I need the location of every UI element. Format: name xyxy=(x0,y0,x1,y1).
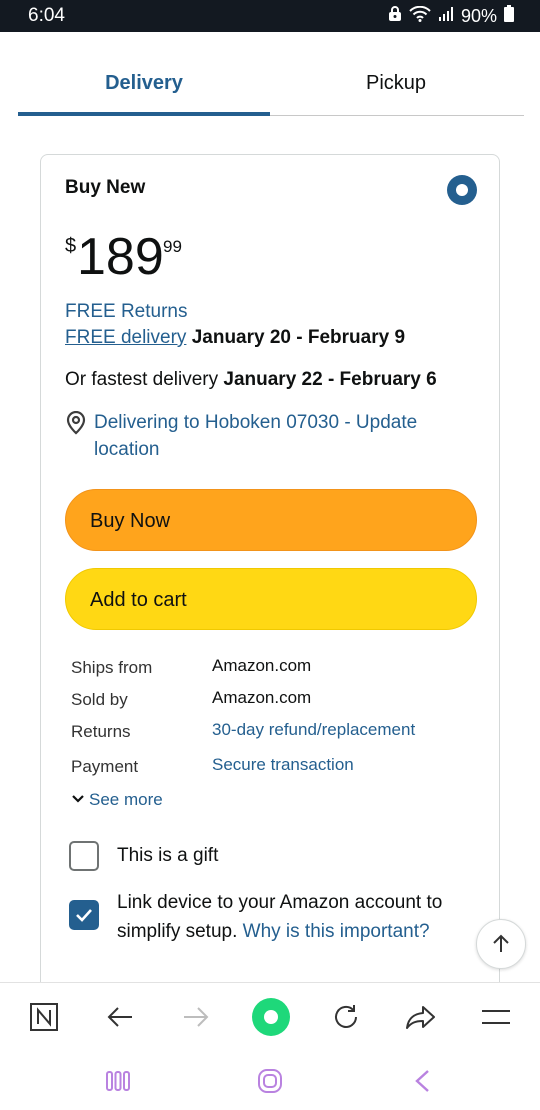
link-device-checkbox[interactable] xyxy=(69,900,99,930)
browser-toolbar xyxy=(0,982,540,1051)
fastest-dates: January 22 - February 6 xyxy=(223,369,437,390)
status-time: 6:04 xyxy=(28,5,65,26)
reload-icon[interactable] xyxy=(326,997,366,1037)
price-symbol: $ xyxy=(65,235,77,257)
forward-arrow-icon[interactable] xyxy=(176,997,216,1037)
add-to-cart-button[interactable]: Add to cart xyxy=(65,568,477,630)
why-important-link[interactable]: Why is this important? xyxy=(243,921,430,942)
sold-by-value: Amazon.com xyxy=(212,688,312,707)
signal-icon xyxy=(438,6,454,27)
delivery-pickup-tabs: Delivery Pickup xyxy=(18,50,524,116)
chevron-down-icon xyxy=(71,790,85,810)
back-icon[interactable] xyxy=(402,1064,442,1098)
fastest-delivery-line: Or fastest delivery January 22 - Februar… xyxy=(65,369,437,391)
offer-heading: Buy New xyxy=(65,177,146,198)
returns-label: Returns xyxy=(71,722,131,741)
back-arrow-icon[interactable] xyxy=(100,997,140,1037)
tab-delivery[interactable]: Delivery xyxy=(18,50,270,114)
battery-icon xyxy=(504,5,514,27)
gift-label[interactable]: This is a gift xyxy=(117,845,218,867)
home-icon[interactable] xyxy=(250,1064,290,1098)
status-bar: 6:04 90% xyxy=(0,0,540,32)
buy-new-offer-card: Buy New $ 189 99 FREE Returns FREE deliv… xyxy=(40,154,500,1034)
system-nav-bar xyxy=(0,1050,540,1110)
offer-radio-selected[interactable] xyxy=(447,175,477,205)
home-circle-icon[interactable] xyxy=(251,997,291,1037)
gift-checkbox[interactable] xyxy=(69,841,99,871)
fastest-prefix: Or fastest delivery xyxy=(65,369,219,390)
payment-label: Payment xyxy=(71,757,139,776)
wifi-icon xyxy=(409,5,431,27)
see-more-label: See more xyxy=(89,790,163,809)
link-device-label: Link device to your Amazon account to si… xyxy=(117,888,477,946)
ships-from-value: Amazon.com xyxy=(212,656,312,675)
menu-icon[interactable] xyxy=(476,997,516,1037)
free-returns-link[interactable]: FREE Returns xyxy=(65,301,187,323)
tabs-n-icon[interactable] xyxy=(24,997,64,1037)
lock-icon xyxy=(388,5,402,27)
scroll-to-top-button[interactable] xyxy=(476,919,526,969)
checkmark-icon xyxy=(76,909,92,922)
tab-pickup[interactable]: Pickup xyxy=(270,50,522,114)
battery-percent: 90% xyxy=(460,5,497,26)
price-fraction: 99 xyxy=(163,237,182,256)
tab-selected-indicator xyxy=(18,112,270,116)
buy-now-button[interactable]: Buy Now xyxy=(65,489,477,551)
sold-by-label: Sold by xyxy=(71,690,128,709)
delivery-dates: January 20 - February 9 xyxy=(191,327,406,348)
location-pin-icon xyxy=(65,410,87,440)
returns-value-link[interactable]: 30-day refund/replacement xyxy=(212,720,415,740)
recent-apps-icon[interactable] xyxy=(98,1064,138,1098)
ships-from-label: Ships from xyxy=(71,658,153,677)
location-text[interactable]: Delivering to Hoboken 07030 - Update loc… xyxy=(94,409,474,463)
payment-value-link[interactable]: Secure transaction xyxy=(212,755,354,775)
free-delivery-line: FREE delivery January 20 - February 9 xyxy=(65,327,405,349)
price-whole: 189 xyxy=(77,228,164,286)
share-icon[interactable] xyxy=(401,997,441,1037)
status-icons: 90% xyxy=(388,5,514,27)
see-more-toggle[interactable]: See more xyxy=(71,790,163,810)
arrow-up-icon xyxy=(493,934,509,952)
free-delivery-link[interactable]: FREE delivery xyxy=(65,327,186,348)
